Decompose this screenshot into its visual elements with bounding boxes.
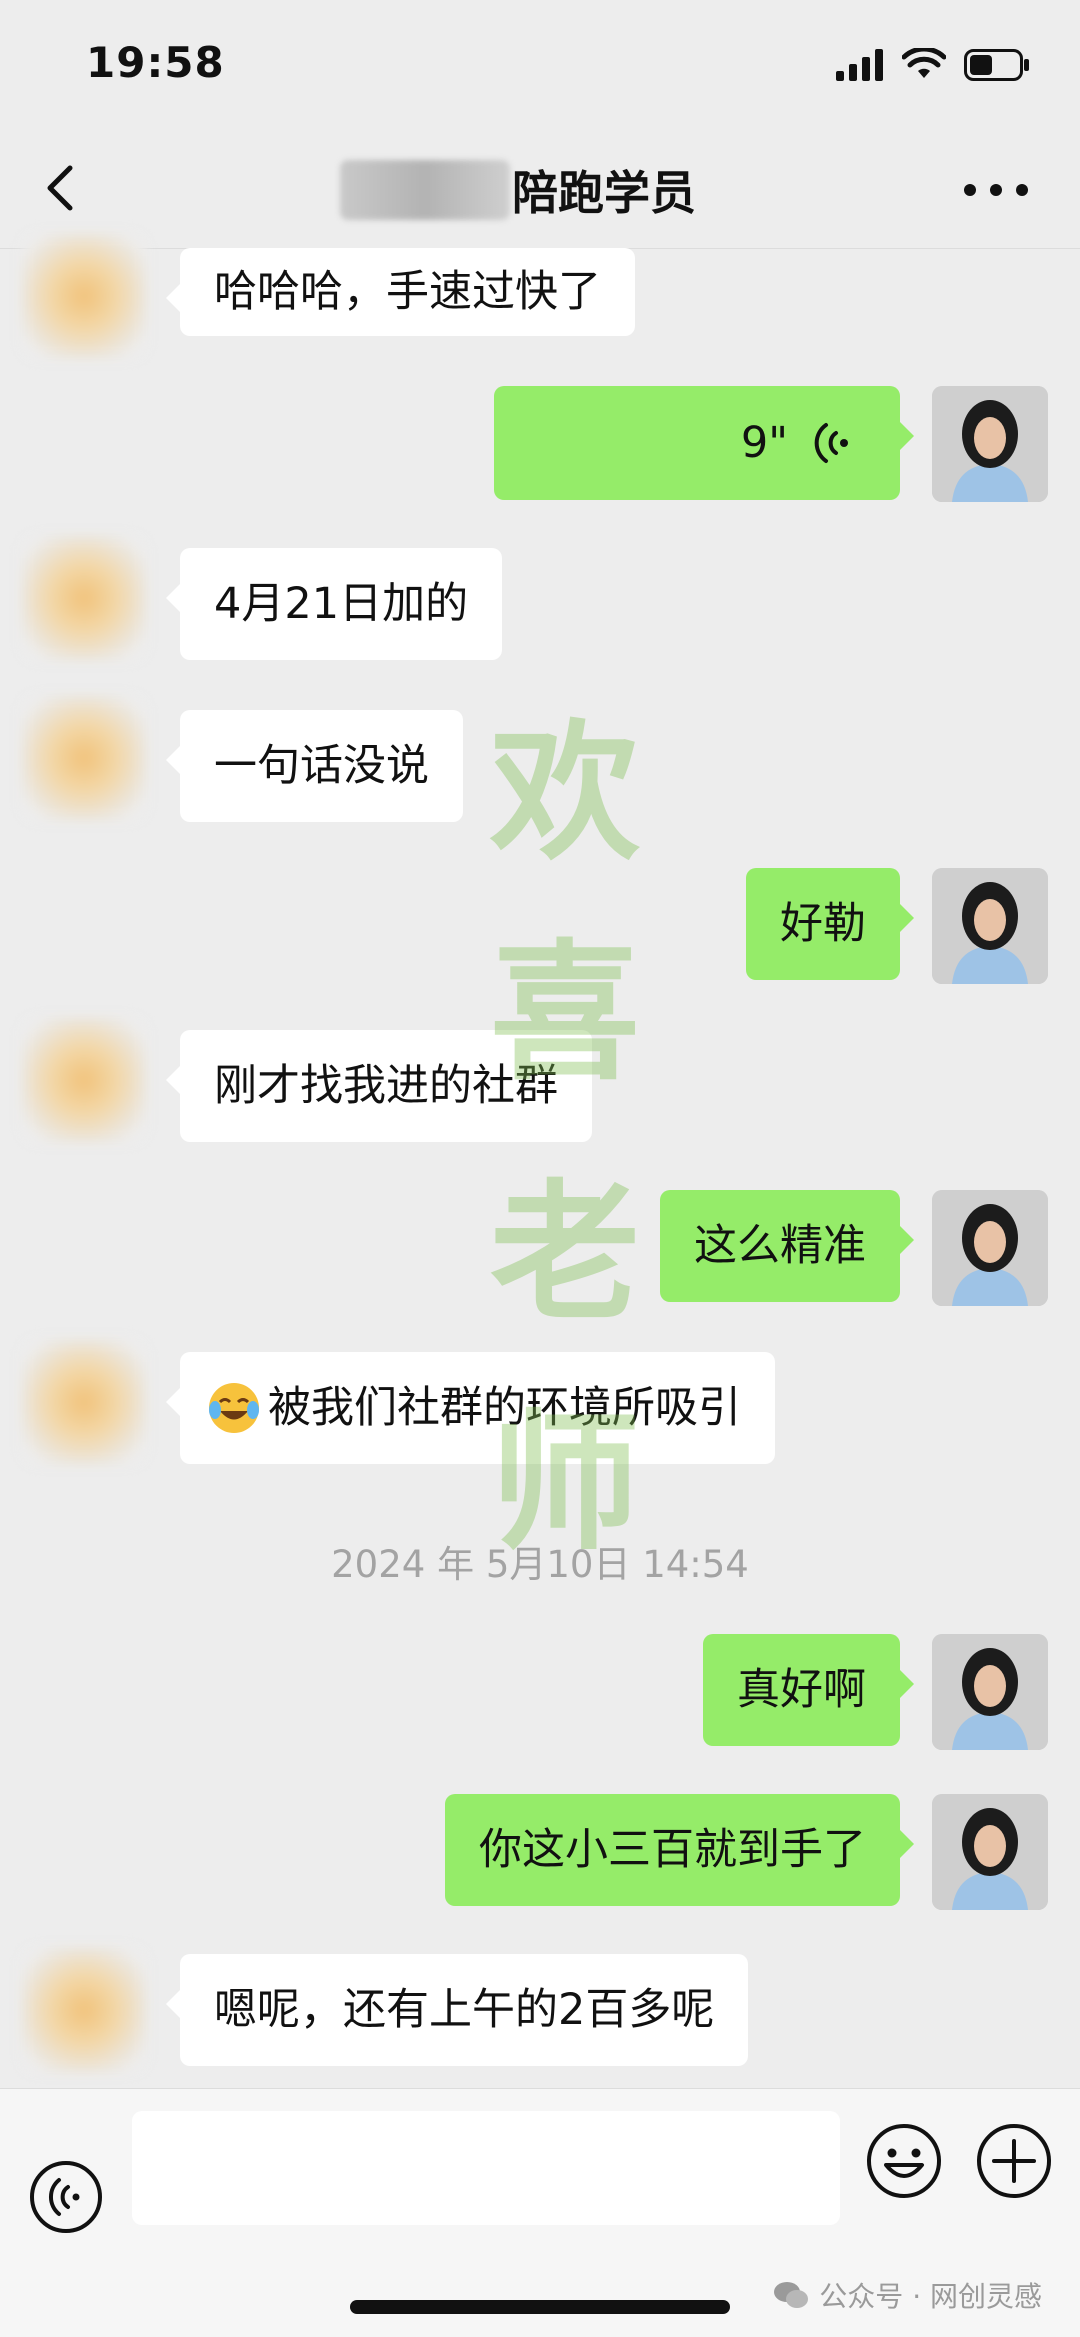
watermark-char: 老: [489, 1165, 640, 1341]
message-bubble-incoming[interactable]: 一句话没说: [166, 710, 463, 822]
voice-icon[interactable]: [28, 2159, 104, 2235]
chevron-left-icon[interactable]: [34, 158, 94, 218]
message-bubble-incoming[interactable]: 嗯呢，还有上午的2百多呢: [165, 1954, 749, 2066]
portrait-avatar-image: [932, 386, 1048, 502]
my-avatar[interactable]: [932, 1634, 1048, 1750]
plus-icon[interactable]: [974, 2121, 1054, 2201]
status-time: 19:58: [86, 38, 225, 87]
portrait-avatar-image: [932, 1634, 1048, 1750]
laughing-crying-emoji: [209, 1383, 259, 1433]
contact-avatar[interactable]: [22, 234, 146, 358]
chat-title-text: 陪跑学员: [512, 166, 696, 220]
wifi-icon: [902, 48, 946, 78]
my-avatar[interactable]: [932, 1794, 1048, 1910]
message-text: 哈哈哈，手速过快了: [214, 266, 601, 317]
message-bubble-outgoing[interactable]: 你这小三百就到手了: [445, 1794, 914, 1906]
watermark-char: 师: [489, 1395, 640, 1571]
footer-watermark-text: 公众号 · 网创灵感: [819, 2280, 1042, 2313]
message-text: 4月21日加的: [214, 578, 469, 629]
more-dots-icon[interactable]: [956, 172, 1036, 208]
contact-avatar[interactable]: [22, 1340, 146, 1464]
voice-wave-icon: [814, 423, 848, 463]
status-bar: 19:58: [0, 0, 1080, 130]
blurred-name: [340, 160, 510, 220]
message-bubble-outgoing[interactable]: 好勒: [746, 868, 914, 980]
contact-avatar[interactable]: [22, 696, 146, 820]
watermark-char: 欢: [489, 705, 640, 881]
message-bubble-outgoing[interactable]: 这么精准: [660, 1190, 914, 1302]
footer-watermark: 公众号 · 网创灵感: [773, 2275, 1042, 2315]
contact-avatar[interactable]: [22, 1948, 146, 2072]
message-bubble-incoming[interactable]: 哈哈哈，手速过快了: [166, 248, 635, 336]
voice-message-bubble[interactable]: 9": [494, 386, 914, 500]
home-indicator[interactable]: [350, 2300, 730, 2314]
chat-header: 陪跑学员: [0, 130, 1080, 249]
voice-duration: 9": [740, 417, 788, 468]
my-avatar[interactable]: [932, 868, 1048, 984]
chat-message-list[interactable]: 哈哈哈，手速过快了 9" 4月21日加的 一句话没说 好勒 刚才找我进的社群 这…: [0, 234, 1080, 2088]
watermark-char: 喜: [489, 925, 640, 1101]
message-bubble-outgoing[interactable]: 真好啊: [703, 1634, 914, 1746]
message-text: 真好啊: [737, 1664, 866, 1715]
message-text: 这么精准: [694, 1220, 866, 1271]
contact-avatar[interactable]: [22, 536, 146, 660]
message-text: 你这小三百就到手了: [479, 1824, 866, 1875]
message-input[interactable]: [132, 2111, 840, 2225]
message-bubble-incoming[interactable]: 4月21日加的: [165, 548, 503, 660]
portrait-avatar-image: [932, 868, 1048, 984]
message-text: 嗯呢，还有上午的2百多呢: [214, 1984, 715, 2035]
emoji-icon[interactable]: [864, 2121, 944, 2201]
battery-icon: [964, 49, 1029, 81]
my-avatar[interactable]: [932, 386, 1048, 502]
contact-avatar[interactable]: [22, 1018, 146, 1142]
status-icons: [836, 48, 1030, 82]
chat-title: 陪跑学员: [340, 160, 696, 220]
message-text: 一句话没说: [214, 740, 429, 791]
signal-icon: [836, 49, 883, 81]
portrait-avatar-image: [932, 1794, 1048, 1910]
my-avatar[interactable]: [932, 1190, 1048, 1306]
message-text: 好勒: [780, 898, 866, 949]
wechat-logo-icon: [774, 2282, 809, 2308]
portrait-avatar-image: [932, 1190, 1048, 1306]
